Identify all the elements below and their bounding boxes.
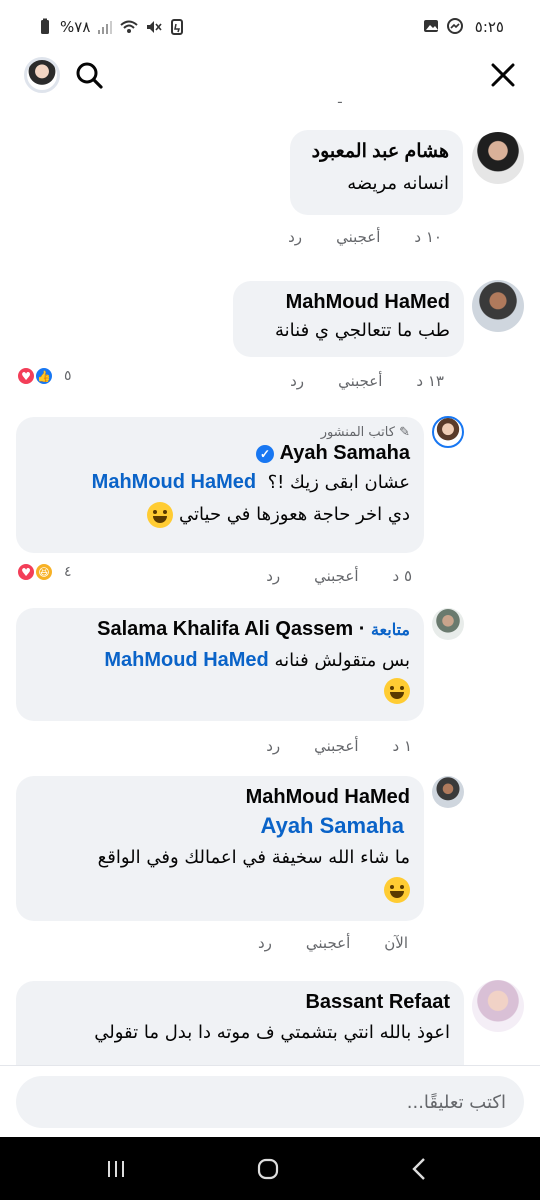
laughing-emoji-icon	[384, 678, 410, 704]
avatar[interactable]	[432, 608, 464, 640]
avatar[interactable]	[472, 132, 524, 184]
recent-apps-icon[interactable]	[100, 1153, 132, 1185]
comment-time: ١ د	[392, 737, 412, 755]
like-button[interactable]: أعجبني	[314, 567, 358, 585]
system-nav-bar	[0, 1137, 540, 1200]
comment-bubble[interactable]: متابعة · Salama Khalifa Ali Qassem بس مت…	[16, 608, 424, 721]
home-icon[interactable]	[252, 1153, 284, 1185]
reply-button[interactable]: رد	[288, 228, 302, 246]
comment-emoji-line	[30, 676, 410, 706]
verified-badge-icon: ✓	[256, 444, 274, 463]
comment-author[interactable]: Ayah Samaha ✓	[30, 442, 410, 465]
author-badge: ✎ كاتب المنشور	[30, 425, 410, 440]
comment-time: ٥ د	[392, 567, 412, 585]
signal-icon	[98, 21, 113, 34]
comment-text-line: بس متقولش فنانه	[274, 650, 411, 671]
author-badge-label: كاتب المنشور	[320, 425, 395, 440]
avatar[interactable]	[432, 776, 464, 808]
like-reaction-icon: 👍	[34, 366, 54, 386]
comment-actions: ١٠ د أعجبني رد	[282, 228, 442, 246]
comment-composer	[0, 1065, 540, 1137]
notification-icons	[422, 17, 464, 35]
comment-text: بس متقولش فنانه MahMoud HaMed	[30, 645, 410, 676]
mention-link[interactable]: Ayah Samaha	[30, 813, 404, 839]
header	[0, 50, 540, 100]
reactions-summary[interactable]: ♥ 😆 ٤	[16, 562, 72, 582]
comment-emoji-line	[30, 875, 410, 905]
comment-author[interactable]: Bassant Refaat	[30, 991, 450, 1014]
comment-input[interactable]	[16, 1076, 524, 1128]
messenger-icon	[447, 18, 463, 34]
comment-time: الآن	[384, 934, 408, 952]
clock: ٥:٢٥	[474, 18, 504, 36]
comment-text: دي اخر حاجة هعوزها في حياتي	[30, 500, 410, 530]
mention-link[interactable]: MahMoud HaMed	[104, 649, 268, 671]
avatar[interactable]	[432, 416, 464, 448]
data-saver-icon	[171, 19, 184, 35]
comment-actions: ٥ د أعجبني رد	[252, 567, 412, 585]
status-left: %٧٨	[36, 18, 186, 36]
truncated-previous-text: ـ	[338, 92, 342, 107]
comment-author[interactable]: MahMoud HaMed	[30, 786, 410, 809]
comment-bubble[interactable]: Bassant Refaat اعوذ بالله انتي بتشمتي ف …	[16, 981, 464, 1065]
comment-author[interactable]: متابعة · Salama Khalifa Ali Qassem	[30, 618, 410, 641]
reply-button[interactable]: رد	[258, 934, 272, 952]
reply-button[interactable]: رد	[266, 567, 280, 585]
comment-bubble[interactable]: MahMoud HaMed Ayah Samaha ما شاء الله سخ…	[16, 776, 424, 921]
comment-author[interactable]: MahMoud HaMed	[247, 291, 450, 314]
like-button[interactable]: أعجبني	[338, 372, 382, 390]
back-icon[interactable]	[404, 1153, 436, 1185]
comment-actions: الآن أعجبني رد	[248, 934, 408, 952]
avatar[interactable]	[472, 280, 524, 332]
comment-bubble[interactable]: ✎ كاتب المنشور Ayah Samaha ✓ عشان ابقى ز…	[16, 417, 424, 553]
comment-time: ١٣ د	[416, 372, 444, 390]
reply-button[interactable]: رد	[266, 737, 280, 755]
search-icon[interactable]	[72, 58, 106, 92]
gallery-icon	[424, 20, 438, 32]
smile-emoji-icon	[384, 877, 410, 903]
reply-button[interactable]: رد	[290, 372, 304, 390]
comment-text: اعوذ بالله انتي بتشمتي ف موته دا بدل ما …	[94, 1022, 450, 1043]
mute-icon	[147, 21, 163, 33]
grin-emoji-icon	[147, 502, 174, 528]
reactions-summary[interactable]: ♥ 👍 ٥	[16, 366, 72, 386]
comment-text: ما شاء الله سخيفة في اعمالك وفي الواقع	[97, 847, 410, 868]
battery-level: %٧٨	[60, 18, 91, 36]
comment-text: طب ما تتعالجي ي فنانة	[275, 320, 450, 341]
comment-text-line: دي اخر حاجة هعوزها في حياتي	[179, 504, 410, 525]
comment-author[interactable]: هشام عبد المعبود	[304, 140, 449, 163]
comment-bubble[interactable]: هشام عبد المعبود انسانه مريضه	[290, 130, 463, 215]
comment-bubble[interactable]: MahMoud HaMed طب ما تتعالجي ي فنانة	[233, 281, 464, 357]
close-icon[interactable]	[486, 58, 520, 92]
comment-time: ١٠ د	[414, 228, 442, 246]
wifi-icon	[120, 20, 139, 33]
reaction-count: ٤	[64, 564, 72, 580]
comment-actions: ١ د أعجبني رد	[252, 737, 412, 755]
love-reaction-icon: ♥	[16, 562, 36, 582]
author-name[interactable]: Salama Khalifa Ali Qassem	[97, 618, 353, 640]
love-reaction-icon: ♥	[16, 366, 36, 386]
like-button[interactable]: أعجبني	[336, 228, 380, 246]
comment-text-line: عشان ابقى زيك !؟	[267, 472, 410, 493]
avatar[interactable]	[472, 980, 524, 1032]
battery-icon	[41, 18, 49, 34]
comment-text: عشان ابقى زيك !؟ MahMoud HaMed	[30, 467, 410, 498]
author-name[interactable]: Ayah Samaha	[280, 442, 410, 464]
like-button[interactable]: أعجبني	[314, 737, 358, 755]
pencil-icon: ✎	[394, 425, 410, 440]
comment-actions: ١٣ د أعجبني رد	[284, 372, 444, 390]
follow-button[interactable]: متابعة	[371, 622, 410, 639]
profile-avatar[interactable]	[24, 57, 60, 93]
reaction-count: ٥	[64, 368, 72, 384]
comment-text: انسانه مريضه	[347, 173, 449, 194]
mention-link[interactable]: MahMoud HaMed	[92, 471, 256, 493]
haha-reaction-icon: 😆	[34, 562, 54, 582]
like-button[interactable]: أعجبني	[306, 934, 350, 952]
